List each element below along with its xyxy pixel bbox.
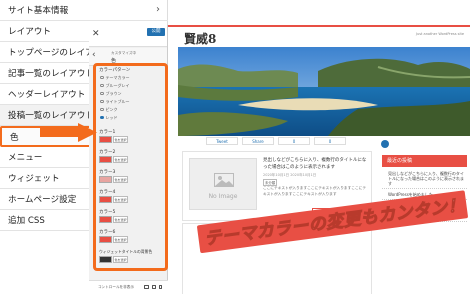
post-thumbnail: No Image	[189, 158, 257, 210]
post-title[interactable]: 見出しなどがこちらに入り、複数行のタイトルになった場合はこのように表示されます	[263, 158, 367, 171]
color-5-label: カラー5	[99, 210, 116, 215]
pattern-option[interactable]: テーマカラー	[100, 74, 130, 81]
pattern-option[interactable]: ピンク	[100, 106, 118, 113]
color-6-label: カラー6	[99, 230, 116, 235]
arrow-right-icon	[40, 123, 97, 142]
search-icon[interactable]	[381, 140, 389, 148]
menu-item-label: 追加 CSS	[8, 216, 45, 226]
panel-header: ✕ 公開	[89, 25, 167, 47]
menu-item-label: サイト基本情報	[8, 6, 69, 16]
color-4-swatch[interactable]	[99, 196, 112, 203]
tablet-icon[interactable]	[152, 285, 156, 289]
color-2-select-button[interactable]: 色を選択	[113, 156, 128, 163]
color-3-select-button[interactable]: 色を選択	[113, 176, 128, 183]
close-icon[interactable]: ✕	[92, 29, 100, 39]
color-1-swatch[interactable]	[99, 136, 112, 143]
post-date: 2020年10月1日 2020年10月1日	[263, 173, 317, 177]
color-5-swatch[interactable]	[99, 216, 112, 223]
share-count[interactable]: 0	[314, 137, 346, 145]
color-3-swatch[interactable]	[99, 176, 112, 183]
panel-footer: コントロールを非表示	[89, 280, 168, 294]
pattern-option[interactable]: ライトブルー	[100, 98, 130, 105]
color-3-label: カラー3	[99, 170, 116, 175]
color-6-swatch[interactable]	[99, 236, 112, 243]
back-arrow-icon[interactable]: ‹	[92, 50, 96, 60]
mobile-icon[interactable]	[159, 285, 162, 289]
color-5-select-button[interactable]: 色を選択	[113, 216, 128, 223]
site-description: Just another WordPress site	[415, 32, 464, 36]
menu-item-label: メニュー	[8, 153, 43, 163]
radio-icon	[100, 91, 104, 96]
color-1-select-button[interactable]: 色を選択	[113, 136, 128, 143]
hero-image	[178, 47, 470, 136]
pattern-label: テーマカラー	[105, 74, 130, 80]
pattern-option-selected[interactable]: レッド	[100, 114, 118, 121]
color-pattern-label: カラーパターン	[99, 68, 131, 73]
radio-icon	[100, 83, 104, 88]
category-badge[interactable]: 未分類	[263, 179, 278, 186]
color-2-label: カラー2	[99, 150, 116, 155]
pattern-label: レッド	[105, 114, 118, 120]
menu-item-label: 記事一覧のレイアウト	[8, 69, 94, 79]
breadcrumb: カスタマイズ中	[111, 51, 137, 55]
color-4-select-button[interactable]: 色を選択	[113, 196, 128, 203]
menu-item-label: レイアウト	[8, 27, 51, 37]
chevron-right-icon: ›	[156, 4, 160, 15]
share-button[interactable]: Share	[242, 137, 274, 145]
radio-selected-icon	[100, 115, 104, 120]
share-count[interactable]: 0	[278, 137, 310, 145]
pattern-option[interactable]: ブルーグレイ	[100, 82, 130, 89]
pattern-label: ブルーグレイ	[105, 82, 130, 88]
radio-icon	[100, 75, 104, 80]
color-4-label: カラー4	[99, 190, 116, 195]
image-icon	[214, 173, 234, 187]
tweet-button[interactable]: Tweet	[206, 137, 238, 145]
pattern-label: ブラウン	[105, 90, 122, 96]
color-6-select-button[interactable]: 色を選択	[113, 236, 128, 243]
sidebar-heading: 最近の投稿	[382, 155, 467, 167]
widget-title-bg-label: ウィジェットタイトルの背景色	[99, 249, 153, 254]
menu-item-label: ウィジェット	[8, 174, 60, 184]
menu-item-label: ヘッダーレイアウト	[8, 90, 86, 100]
menu-item-label: 投稿一覧のレイアウト	[8, 111, 94, 121]
site-title[interactable]: 賢威8	[184, 30, 216, 47]
no-image-label: No Image	[208, 193, 238, 200]
menu-item-site-info[interactable]: サイト基本情報 ›	[0, 0, 168, 21]
publish-button[interactable]: 公開	[147, 28, 165, 36]
accent-bar	[168, 25, 470, 27]
pattern-option[interactable]: ブラウン	[100, 90, 122, 97]
pattern-label: ピンク	[105, 106, 118, 112]
color-1-label: カラー1	[99, 130, 116, 135]
desktop-icon[interactable]	[144, 285, 149, 289]
widget-title-bg-swatch[interactable]	[99, 256, 112, 263]
color-2-swatch[interactable]	[99, 156, 112, 163]
post-excerpt: ここにテキストが入りますここにテキストが入りますここにテキストが入りますここにテ…	[263, 186, 367, 196]
widget-title-select-button[interactable]: 色を選択	[113, 256, 128, 263]
menu-item-label: 色	[10, 132, 19, 143]
hide-controls-link[interactable]: コントロールを非表示	[98, 285, 134, 290]
menu-item-label: ホームページ設定	[8, 195, 77, 205]
pattern-label: ライトブルー	[105, 98, 130, 104]
radio-icon	[100, 99, 104, 104]
radio-icon	[100, 107, 104, 112]
